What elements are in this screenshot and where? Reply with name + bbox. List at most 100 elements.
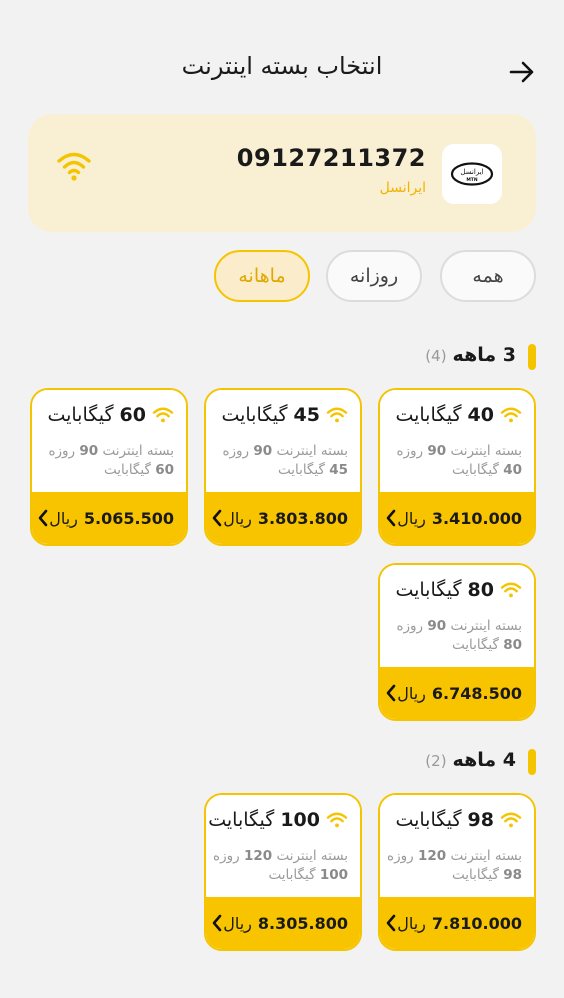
package-card[interactable]: 40 گیگابایت بسته اینترنت 90 روزه 40 گیگابای… [378, 388, 536, 546]
package-price-bar[interactable]: 7.810.000 ریال [380, 897, 534, 949]
package-volume: 98 [467, 809, 494, 831]
filter-chip-all[interactable]: همه [440, 250, 536, 302]
package-price: 8.305.800 [257, 913, 348, 933]
desc-volume: 40 [503, 462, 522, 478]
app-header: انتخاب بسته اینترنت [0, 0, 564, 120]
package-currency: ریال [223, 508, 252, 528]
desc-unit: گیگابایت [451, 637, 499, 653]
section-title-text: 4 ماهه [452, 749, 516, 771]
package-volume: 80 [467, 579, 494, 601]
package-title: 40 گیگابایت [388, 404, 522, 426]
package-currency: ریال [397, 683, 426, 703]
package-unit: گیگابایت [208, 809, 275, 831]
wifi-icon [326, 811, 348, 829]
desc-days-word: روزه [222, 443, 250, 459]
wifi-icon [152, 406, 174, 424]
desc-prefix: بسته اینترنت [276, 848, 348, 864]
chevron-left-icon [385, 914, 397, 932]
desc-days-number: 120 [417, 848, 447, 864]
desc-prefix: بسته اینترنت [102, 443, 174, 459]
package-description: بسته اینترنت 120 روزه 98 گیگابایت [387, 847, 522, 885]
package-price-bar[interactable]: 3.803.800 ریال [206, 492, 360, 544]
desc-volume: 100 [319, 867, 348, 883]
desc-volume: 45 [329, 462, 348, 478]
filter-chip-daily[interactable]: روزانه [326, 250, 422, 302]
package-currency: ریال [49, 508, 78, 528]
desc-days-word: روزه [213, 848, 240, 864]
package-price-bar[interactable]: 3.410.000 ریال [380, 492, 534, 544]
package-description: بسته اینترنت 90 روزه 60 گیگابایت [40, 442, 174, 480]
chevron-left-icon [211, 509, 223, 527]
package-card-body: 100 گیگابایت بسته اینترنت 120 روزه 100 گیگا… [206, 795, 360, 899]
package-card[interactable]: 45 گیگابایت بسته اینترنت 90 روزه 45 گیگابای… [204, 388, 362, 546]
package-price-bar[interactable]: 6.748.500 ریال [380, 667, 534, 719]
desc-volume: 60 [155, 462, 174, 478]
package-unit: گیگابایت [221, 404, 288, 426]
desc-days-word: روزه [48, 443, 76, 459]
desc-days-word: روزه [387, 848, 414, 864]
package-price: 3.803.800 [257, 508, 348, 528]
desc-days-number: 120 [243, 848, 273, 864]
wifi-icon [500, 811, 522, 829]
desc-unit: گیگابایت [103, 462, 151, 478]
desc-prefix: بسته اینترنت [276, 443, 348, 459]
section-marker [528, 749, 536, 775]
section-title-4-months: 4 ماهه (2) [425, 749, 516, 771]
package-unit: گیگابایت [47, 404, 114, 426]
package-volume: 45 [293, 404, 320, 426]
chevron-left-icon [385, 509, 397, 527]
package-price-bar[interactable]: 5.065.500 ریال [32, 492, 186, 544]
package-card[interactable]: 98 گیگابایت بسته اینترنت 120 روزه 98 گیگابا… [378, 793, 536, 951]
operator-logo-text-en: MTN [466, 177, 478, 183]
package-description: بسته اینترنت 90 روزه 80 گیگابایت [388, 617, 522, 655]
filter-chip-monthly[interactable]: ماهانه [214, 250, 310, 302]
package-title: 60 گیگابایت [40, 404, 174, 426]
operator-logo-text-fa: ایرانسل [460, 168, 483, 176]
desc-prefix: بسته اینترنت [450, 848, 522, 864]
wifi-icon [56, 150, 92, 182]
section-count: (4) [425, 347, 447, 365]
desc-unit: گیگابایت [451, 867, 499, 883]
desc-prefix: بسته اینترنت [450, 618, 522, 634]
desc-days-word: روزه [396, 618, 424, 634]
package-card-body: 80 گیگابایت بسته اینترنت 90 روزه 80 گیگابای… [380, 565, 534, 669]
package-card[interactable]: 80 گیگابایت بسته اینترنت 90 روزه 80 گیگابای… [378, 563, 536, 721]
package-title: 80 گیگابایت [388, 579, 522, 601]
desc-prefix: بسته اینترنت [450, 443, 522, 459]
desc-unit: گیگابایت [268, 867, 316, 883]
desc-days-number: 90 [79, 443, 99, 459]
package-description: بسته اینترنت 90 روزه 40 گیگابایت [388, 442, 522, 480]
package-price-bar[interactable]: 8.305.800 ریال [206, 897, 360, 949]
package-description: بسته اینترنت 90 روزه 45 گیگابایت [214, 442, 348, 480]
sim-card[interactable]: ایرانسل MTN 09127211372 ایرانسل [28, 114, 536, 232]
desc-days-number: 90 [427, 443, 447, 459]
package-currency: ریال [397, 913, 426, 933]
wifi-icon [326, 406, 348, 424]
phone-number: 09127211372 [236, 144, 426, 172]
package-title: 98 گیگابایت [388, 809, 522, 831]
package-unit: گیگابایت [395, 404, 462, 426]
desc-volume: 80 [503, 637, 522, 653]
page-title: انتخاب بسته اینترنت [181, 52, 383, 80]
package-currency: ریال [397, 508, 426, 528]
package-card[interactable]: 60 گیگابایت بسته اینترنت 90 روزه 60 گیگابای… [30, 388, 188, 546]
back-arrow-icon[interactable] [508, 58, 536, 86]
package-title: 45 گیگابایت [214, 404, 348, 426]
chevron-left-icon [385, 684, 397, 702]
desc-days-word: روزه [396, 443, 424, 459]
package-card[interactable]: 100 گیگابایت بسته اینترنت 120 روزه 100 گیگا… [204, 793, 362, 951]
package-price: 5.065.500 [83, 508, 174, 528]
package-unit: گیگابایت [395, 579, 462, 601]
wifi-icon [500, 581, 522, 599]
package-price: 6.748.500 [431, 683, 522, 703]
desc-volume: 98 [503, 867, 522, 883]
package-currency: ریال [223, 913, 252, 933]
operator-name: ایرانسل [379, 180, 426, 196]
chevron-left-icon [211, 914, 223, 932]
desc-days-number: 90 [253, 443, 273, 459]
package-price: 3.410.000 [431, 508, 522, 528]
chevron-left-icon [37, 509, 49, 527]
package-description: بسته اینترنت 120 روزه 100 گیگابایت [213, 847, 348, 885]
desc-unit: گیگابایت [277, 462, 325, 478]
package-card-body: 98 گیگابایت بسته اینترنت 120 روزه 98 گیگابا… [380, 795, 534, 899]
